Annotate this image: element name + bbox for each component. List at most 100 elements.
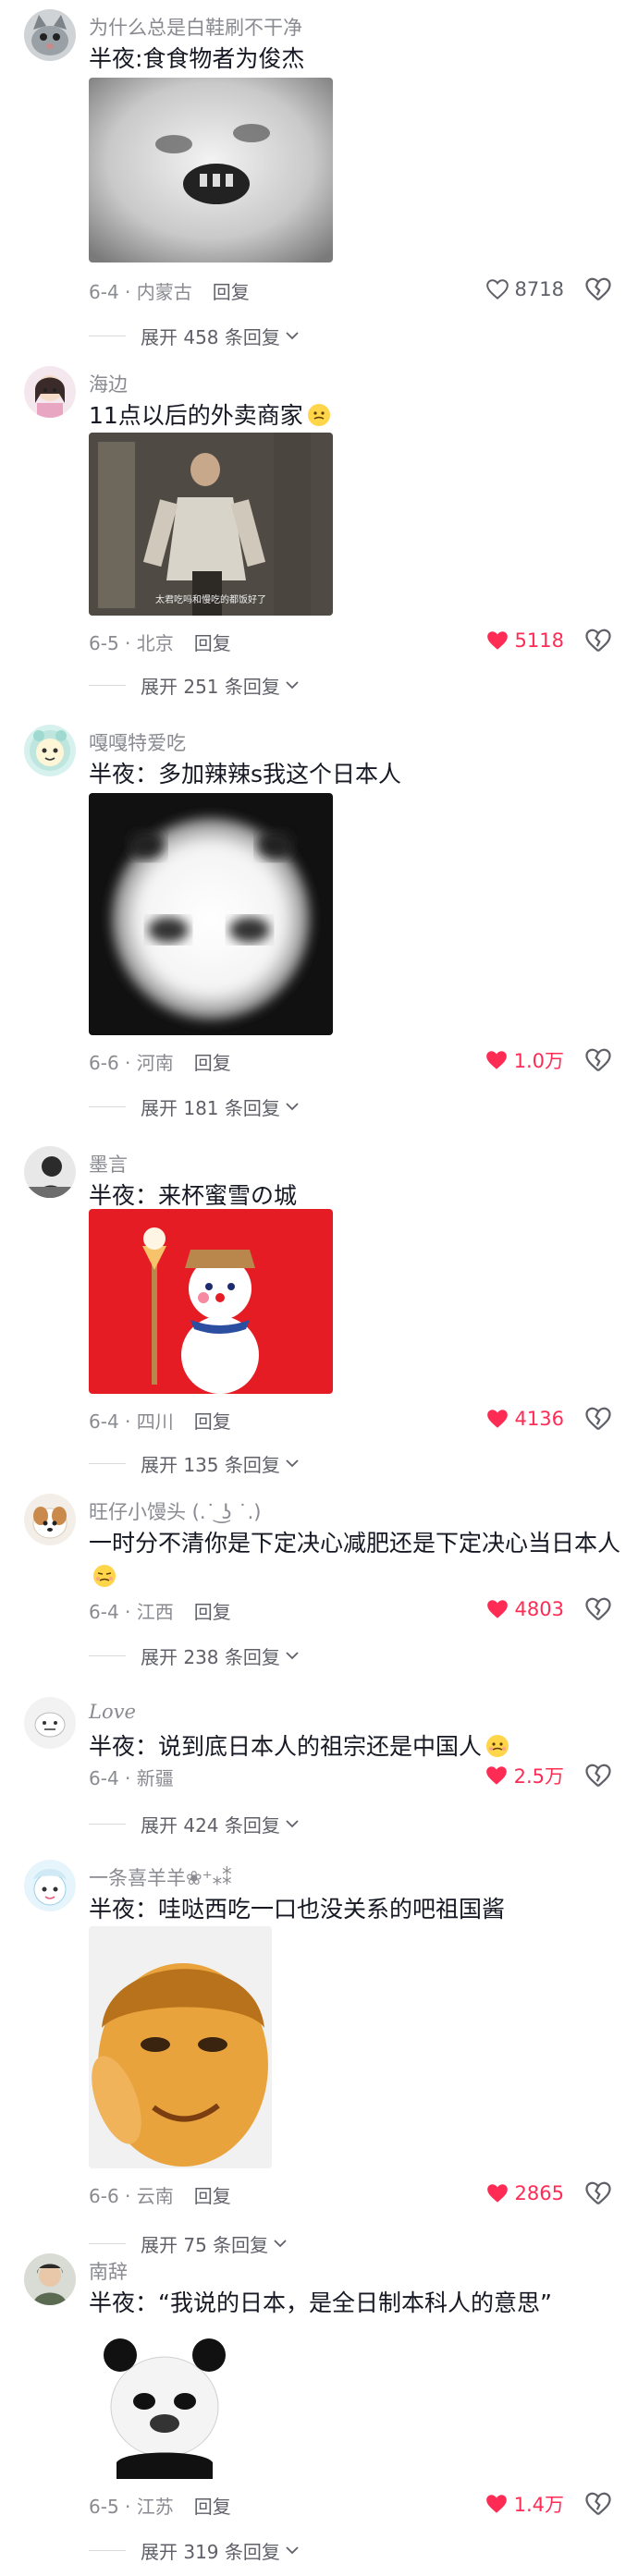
expand-replies-button[interactable]: 展开 238 条回复	[89, 1642, 299, 1669]
comment-location: 四川	[136, 1410, 174, 1433]
chevron-down-icon	[286, 1103, 299, 1111]
comment-date: 6-4	[89, 1767, 119, 1789]
heart-icon	[486, 2184, 508, 2203]
comment-location: 云南	[136, 2185, 174, 2207]
username[interactable]: 旺仔小馒头 (.˙ ͜ʖ ˙.)	[89, 1497, 261, 1525]
comment-image[interactable]	[89, 1926, 272, 2168]
broken-heart-icon[interactable]	[584, 2179, 612, 2207]
username[interactable]: 一条喜羊羊❀⁺⁎⁑	[89, 1863, 232, 1891]
reply-button[interactable]: 回复	[194, 1052, 231, 1074]
comment-image[interactable]	[89, 793, 333, 1035]
avatar[interactable]	[24, 1146, 76, 1198]
expand-replies-button[interactable]: 展开 251 条回复	[89, 671, 299, 699]
comment-text: 半夜：“我说的日本，是全日制本科人的意思”	[89, 2289, 552, 2316]
like-count: 1.4万	[513, 2494, 564, 2516]
expand-replies-button[interactable]: 展开 424 条回复	[89, 1810, 299, 1837]
expand-label: 展开 424 条回复	[141, 1813, 280, 1837]
username[interactable]: 海边	[89, 370, 128, 397]
reply-button[interactable]: 回复	[194, 632, 231, 654]
like-count: 1.0万	[513, 1050, 564, 1072]
comment-location: 内蒙古	[136, 281, 192, 303]
reply-button[interactable]: 回复	[194, 2185, 231, 2207]
avatar[interactable]	[24, 1494, 76, 1545]
broken-heart-icon[interactable]	[584, 275, 612, 303]
like-button[interactable]: 4136	[485, 1405, 564, 1433]
avatar[interactable]	[24, 2253, 76, 2305]
comment-location: 新疆	[136, 1767, 174, 1789]
like-button[interactable]: 2865	[485, 2179, 564, 2207]
avatar[interactable]	[24, 1697, 76, 1749]
like-button[interactable]: 5118	[485, 627, 564, 654]
reply-button[interactable]: 回复	[213, 281, 250, 303]
comment-date: 6-4	[89, 1410, 119, 1433]
comment-image[interactable]	[89, 2324, 240, 2479]
broken-heart-icon[interactable]	[584, 1595, 612, 1623]
expand-label: 展开 319 条回复	[141, 2540, 280, 2563]
heart-icon	[485, 279, 509, 300]
avatar[interactable]	[24, 725, 76, 776]
like-button[interactable]: 4803	[485, 1595, 564, 1623]
expand-replies-button[interactable]: 展开 319 条回复	[89, 2536, 299, 2564]
broken-heart-icon[interactable]	[584, 2490, 612, 2518]
chevron-down-icon	[286, 1459, 299, 1468]
like-button[interactable]: 2.5万	[485, 1762, 564, 1789]
comment-image[interactable]	[89, 1209, 333, 1394]
broken-heart-icon[interactable]	[584, 1405, 612, 1433]
comment-meta: 6-4 · 江西 回复	[89, 1601, 231, 1623]
comment-meta: 6-5 · 北京 回复	[89, 632, 231, 654]
chevron-down-icon	[286, 1652, 299, 1660]
comment-date: 6-6	[89, 2185, 119, 2207]
like-button[interactable]: 1.0万	[485, 1046, 564, 1074]
heart-icon	[485, 1766, 507, 1785]
like-button[interactable]: 8718	[485, 275, 564, 303]
heart-icon	[485, 2495, 507, 2513]
expand-label: 展开 181 条回复	[141, 1096, 280, 1119]
comment-date: 6-4	[89, 281, 119, 303]
chevron-down-icon	[286, 1820, 299, 1828]
expand-label: 展开 135 条回复	[141, 1453, 280, 1476]
comment-image[interactable]: 太君吃吗和慢吃的都饭好了	[89, 433, 333, 616]
avatar[interactable]	[24, 9, 76, 61]
comment-location: 北京	[136, 632, 174, 654]
comment-date: 6-4	[89, 1601, 119, 1623]
like-count: 5118	[514, 629, 564, 652]
username[interactable]: 南辞	[89, 2257, 128, 2285]
comment-text: 半夜:食食物者为俊杰	[89, 45, 305, 72]
face-emoji-icon	[486, 1735, 509, 1757]
comment-date: 6-5	[89, 2496, 119, 2518]
expand-replies-button[interactable]: 展开 181 条回复	[89, 1093, 299, 1120]
comment-meta: 6-4 · 内蒙古 回复	[89, 281, 250, 303]
heart-icon	[485, 1051, 507, 1069]
avatar[interactable]	[24, 366, 76, 418]
comment-image[interactable]	[89, 78, 333, 262]
comment-location: 河南	[136, 1052, 174, 1074]
chevron-down-icon	[286, 2546, 299, 2555]
face-emoji-icon	[307, 404, 330, 426]
reply-button[interactable]: 回复	[194, 2496, 231, 2518]
avatar[interactable]	[24, 1860, 76, 1911]
like-button[interactable]: 1.4万	[485, 2490, 564, 2518]
heart-icon	[486, 1410, 508, 1428]
comment-text: 一时分不清你是下定决心减肥还是下定决心当日本人	[89, 1527, 625, 1593]
username[interactable]: 为什么总是白鞋刷不干净	[89, 13, 302, 41]
expand-replies-button[interactable]: 展开 75 条回复	[89, 2229, 287, 2257]
username[interactable]: 墨言	[89, 1150, 128, 1178]
expand-replies-button[interactable]: 展开 458 条回复	[89, 322, 299, 349]
heart-icon	[486, 1600, 508, 1618]
reply-button[interactable]: 回复	[194, 1410, 231, 1433]
comment-location: 江苏	[136, 2496, 174, 2518]
username[interactable]: Love	[89, 1701, 136, 1723]
face-emoji-icon	[93, 1565, 116, 1587]
expand-replies-button[interactable]: 展开 135 条回复	[89, 1449, 299, 1477]
comment-date: 6-6	[89, 1052, 119, 1074]
chevron-down-icon	[286, 332, 299, 340]
comment-meta: 6-5 · 江苏 回复	[89, 2496, 231, 2518]
broken-heart-icon[interactable]	[584, 1762, 612, 1789]
comment-meta: 6-6 · 河南 回复	[89, 1052, 231, 1074]
like-count: 4136	[514, 1408, 564, 1430]
broken-heart-icon[interactable]	[584, 627, 612, 654]
username[interactable]: 嘎嘎特爱吃	[89, 728, 186, 756]
reply-button[interactable]: 回复	[194, 1601, 231, 1623]
broken-heart-icon[interactable]	[584, 1046, 612, 1074]
comment-text: 11点以后的外卖商家	[89, 399, 625, 433]
